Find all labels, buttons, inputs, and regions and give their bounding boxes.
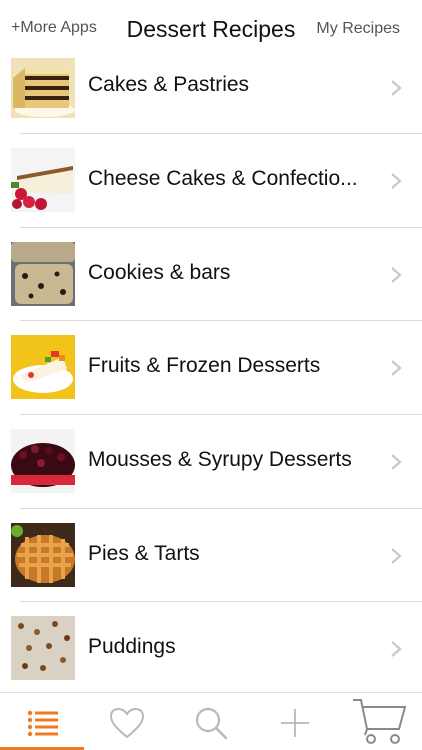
- list-icon: [27, 710, 58, 736]
- list-item-label: Cheese Cakes & Confectio...: [88, 167, 358, 190]
- navigation-bar: +More Apps Dessert Recipes My Recipes: [0, 0, 422, 58]
- list-item-label: Mousses & Syrupy Desserts: [88, 448, 352, 472]
- cake-thumbnail: [11, 58, 75, 118]
- list-item-pies-tarts[interactable]: Pies & Tarts: [0, 509, 422, 603]
- chevron-right-icon: [391, 80, 402, 96]
- pudding-thumbnail: [11, 616, 75, 681]
- list-item-label: Cakes & Pastries: [88, 73, 250, 96]
- cheesecake-thumbnail: [11, 148, 75, 212]
- tab-categories[interactable]: [22, 699, 64, 747]
- tab-bar: [0, 692, 422, 750]
- chevron-right-icon: [391, 266, 402, 283]
- list-item-label: Fruits & Frozen Desserts: [88, 354, 321, 378]
- list-item-cheese-cakes[interactable]: Cheese Cakes & Confectio...: [0, 134, 422, 228]
- list-item-cookies-bars[interactable]: Cookies & bars: [0, 228, 422, 322]
- category-list: Cakes & Pastries Cheese Cakes & Confecti…: [0, 58, 422, 692]
- list-item-puddings[interactable]: Puddings: [0, 602, 422, 692]
- chevron-right-icon: [391, 547, 402, 564]
- pie-thumbnail: [11, 522, 75, 587]
- my-recipes-button[interactable]: My Recipes: [316, 20, 400, 38]
- chevron-right-icon: [391, 173, 402, 189]
- plus-icon: [281, 709, 309, 737]
- chevron-right-icon: [391, 641, 402, 658]
- frozen-dessert-thumbnail: [11, 335, 75, 400]
- cart-icon: [353, 699, 407, 744]
- heart-icon: [109, 707, 145, 739]
- list-item-label: Puddings: [88, 635, 176, 659]
- chevron-right-icon: [391, 360, 402, 377]
- list-item-mousses-syrupy[interactable]: Mousses & Syrupy Desserts: [0, 415, 422, 509]
- list-item-label: Pies & Tarts: [88, 541, 200, 565]
- list-item-fruits-frozen[interactable]: Fruits & Frozen Desserts: [0, 321, 422, 415]
- tab-favorites[interactable]: [106, 699, 148, 747]
- search-icon: [195, 707, 228, 740]
- list-item-label: Cookies & bars: [88, 260, 231, 284]
- mousse-thumbnail: [11, 429, 75, 494]
- tab-search[interactable]: [190, 699, 232, 747]
- list-item-cakes-pastries[interactable]: Cakes & Pastries: [0, 58, 422, 134]
- tab-cart[interactable]: [348, 695, 410, 747]
- tab-add[interactable]: [274, 699, 316, 747]
- chevron-right-icon: [391, 454, 402, 470]
- cookies-thumbnail: [11, 241, 75, 306]
